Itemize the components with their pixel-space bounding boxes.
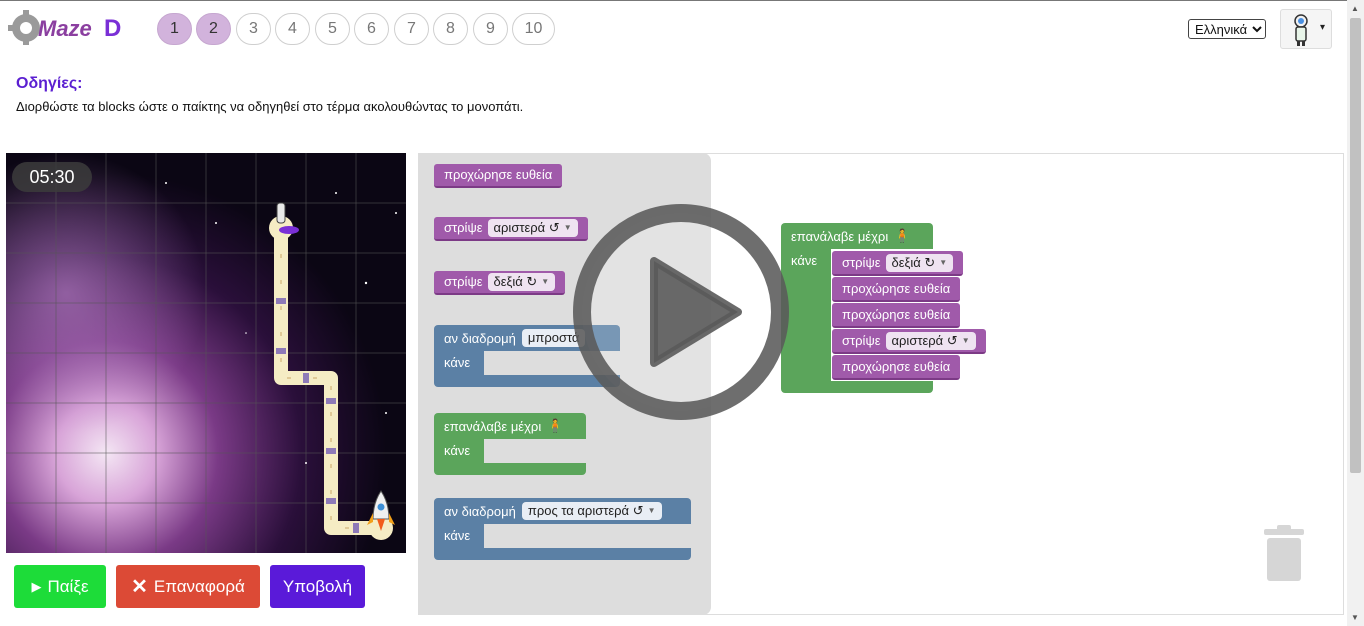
path-dropdown[interactable]: προς τα αριστερά ↺ ▼ <box>521 502 662 520</box>
do-label: κάνε <box>444 443 471 458</box>
block-label: στρίψε <box>842 254 881 270</box>
gear-icon <box>8 10 40 45</box>
toolbox-turn-left-block[interactable]: στρίψε αριστερά ↺ ▼ <box>434 217 588 241</box>
goal-person-icon: 🧍 <box>894 228 911 243</box>
level-button-5[interactable]: 5 <box>315 13 350 45</box>
close-icon: ✕ <box>131 576 148 598</box>
block-side: κάνε <box>434 439 484 463</box>
direction-dropdown[interactable]: δεξιά ↻ ▼ <box>885 253 954 272</box>
play-button-label: Παίξε <box>47 576 89 596</box>
dropdown-value: αριστερά ↺ <box>493 220 560 235</box>
maze-board <box>6 153 406 553</box>
block-label: προχώρησε ευθεία <box>842 358 951 374</box>
chevron-down-icon: ▼ <box>939 257 948 267</box>
level-button-8[interactable]: 8 <box>433 13 468 45</box>
block-bottom <box>434 548 691 560</box>
block-label: στρίψε <box>444 274 483 289</box>
amazed-logo[interactable]: Maze D <box>8 6 136 46</box>
direction-dropdown[interactable]: αριστερά ↺ ▼ <box>885 331 976 350</box>
reset-button[interactable]: ✕ Επαναφορά <box>116 565 260 608</box>
svg-text:D: D <box>104 15 121 42</box>
level-button-6[interactable]: 6 <box>354 13 389 45</box>
direction-dropdown[interactable]: δεξιά ↻ ▼ <box>487 273 556 291</box>
chevron-down-icon: ▼ <box>541 277 550 286</box>
toolbox-repeat-until-block[interactable]: επανάλαβε μέχρι 🧍 κάνε <box>434 413 589 475</box>
block-header: επανάλαβε μέχρι 🧍 <box>434 413 586 439</box>
scroll-down-icon[interactable]: ▼ <box>1351 613 1359 622</box>
block-label: επανάλαβε μέχρι <box>444 418 542 434</box>
program-step-move-forward[interactable]: προχώρησε ευθεία <box>832 303 961 328</box>
goal-person-icon: 🧍 <box>547 418 564 433</box>
block-bottom <box>434 463 586 475</box>
block-bottom <box>781 381 933 393</box>
dropdown-value: δεξιά ↻ <box>891 254 936 270</box>
block-side: κάνε <box>434 351 484 375</box>
block-label: στρίψε <box>842 332 881 348</box>
chevron-down-icon: ▼ <box>647 506 656 515</box>
dropdown-value: αριστερά ↺ <box>891 332 958 348</box>
block-label: προχώρησε ευθεία <box>842 306 951 322</box>
play-button[interactable]: ▶ Παίξε <box>14 565 106 608</box>
block-side: κάνε <box>434 524 484 548</box>
chevron-down-icon: ▼ <box>961 335 970 345</box>
block-label: στρίψε <box>444 220 483 235</box>
do-label: κάνε <box>444 355 471 370</box>
trash-icon[interactable] <box>1262 523 1306 583</box>
play-icon: ▶ <box>31 578 42 594</box>
block-label: αν διαδρομή <box>444 503 516 519</box>
reset-button-label: Επαναφορά <box>153 576 245 596</box>
program-step-move-forward[interactable]: προχώρησε ευθεία <box>832 277 961 302</box>
toolbox-if-path-left-block[interactable]: αν διαδρομή προς τα αριστερά ↺ ▼ κάνε <box>434 498 694 560</box>
level-button-3[interactable]: 3 <box>236 13 271 45</box>
program-step-turn-left[interactable]: στρίψε αριστερά ↺ ▼ <box>832 329 986 354</box>
block-header: αν διαδρομή προς τα αριστερά ↺ ▼ <box>434 498 691 524</box>
block-label: αν διαδρομή <box>444 330 516 346</box>
page-scrollbar[interactable]: ▲ ▼ <box>1347 0 1364 626</box>
program-step-move-forward[interactable]: προχώρησε ευθεία <box>832 355 961 380</box>
block-label: προχώρησε ευθεία <box>842 280 951 296</box>
level-button-2[interactable]: 2 <box>196 13 231 45</box>
window-top-border <box>0 0 1364 1</box>
user-avatar-icon <box>1294 14 1308 46</box>
direction-dropdown[interactable]: αριστερά ↺ ▼ <box>487 219 578 237</box>
program-step-turn-right[interactable]: στρίψε δεξιά ↻ ▼ <box>832 251 964 276</box>
instructions-title: Οδηγίες: <box>16 75 83 92</box>
dropdown-value: προς τα αριστερά ↺ <box>527 503 644 518</box>
block-label: επανάλαβε μέχρι <box>791 228 889 244</box>
chevron-down-icon: ▼ <box>563 223 572 232</box>
chevron-down-icon: ▾ <box>1319 22 1325 33</box>
video-play-overlay-icon[interactable] <box>572 203 790 421</box>
user-menu-button[interactable]: ▾ <box>1280 9 1332 49</box>
toolbox-move-forward-block[interactable]: προχώρησε ευθεία <box>434 164 563 188</box>
scrollbar-thumb[interactable] <box>1350 18 1361 473</box>
instructions-text: Διορθώστε τα blocks ώστε ο παίκτης να οδ… <box>16 99 524 114</box>
level-button-9[interactable]: 9 <box>473 13 508 45</box>
level-button-4[interactable]: 4 <box>275 13 310 45</box>
level-button-10[interactable]: 10 <box>512 13 555 45</box>
level-button-7[interactable]: 7 <box>394 13 429 45</box>
scroll-up-icon[interactable]: ▲ <box>1351 4 1359 13</box>
level-button-1[interactable]: 1 <box>157 13 192 45</box>
countdown-timer: 05:30 <box>12 162 92 192</box>
block-label: προχώρησε ευθεία <box>444 167 553 182</box>
submit-button[interactable]: Υποβολή <box>270 565 365 608</box>
dropdown-value: δεξιά ↻ <box>493 274 538 289</box>
submit-button-label: Υποβολή <box>282 576 353 596</box>
language-select[interactable]: Ελληνικά <box>1188 19 1266 39</box>
block-header: επανάλαβε μέχρι 🧍 <box>781 223 933 249</box>
do-label: κάνε <box>444 528 471 543</box>
svg-text:Maze: Maze <box>38 16 92 41</box>
toolbox-turn-right-block[interactable]: στρίψε δεξιά ↻ ▼ <box>434 271 566 295</box>
